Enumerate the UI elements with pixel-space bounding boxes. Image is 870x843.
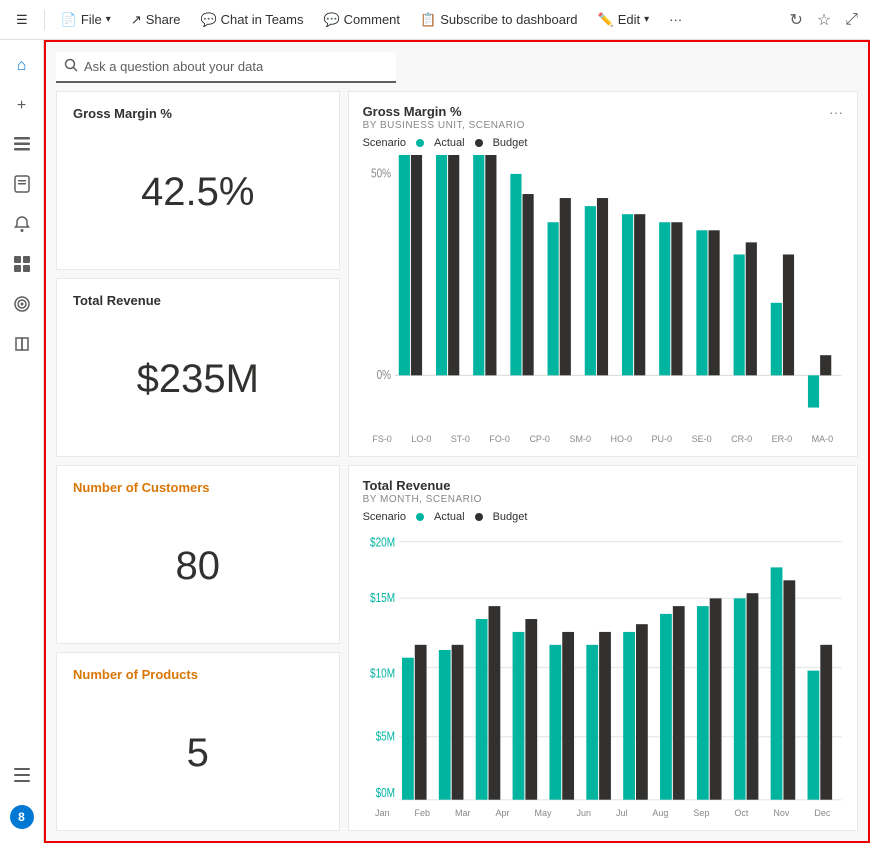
chart1-actual-dot	[416, 139, 424, 147]
refresh-button[interactable]: ↻	[785, 6, 806, 34]
total-revenue-kpi-title: Total Revenue	[73, 293, 323, 308]
chat-teams-button[interactable]: 💬 Chat in Teams	[192, 8, 311, 32]
svg-text:$10M: $10M	[370, 668, 395, 681]
num-customers-kpi-value: 80	[73, 503, 323, 629]
num-products-kpi-card: Number of Products 5	[56, 652, 340, 831]
num-products-kpi-value: 5	[73, 690, 323, 816]
favorite-button[interactable]: ☆	[813, 6, 835, 34]
book-icon	[13, 335, 31, 358]
gross-margin-chart-title: Gross Margin %	[363, 104, 525, 119]
chart1-legend-label: Scenario	[363, 137, 406, 149]
search-placeholder: Ask a question about your data	[84, 59, 263, 74]
sidebar-item-create[interactable]: +	[4, 88, 40, 124]
comment-button[interactable]: 💬 Comment	[315, 8, 408, 32]
toolbar: ☰ 📄 File ▾ ↗ Share 💬 Chat in Teams 💬 Com…	[0, 0, 870, 40]
total-revenue-chart-card: Total Revenue BY MONTH, SCENARIO Scenari…	[348, 465, 858, 831]
num-customers-kpi-title: Number of Customers	[73, 480, 323, 495]
target-icon	[13, 295, 31, 318]
chart1-actual-label: Actual	[434, 137, 465, 149]
subscribe-icon: 📋	[420, 12, 436, 28]
num-customers-kpi-card: Number of Customers 80	[56, 465, 340, 644]
chart1-budget-label: Budget	[493, 137, 528, 149]
separator-1	[44, 10, 45, 30]
sidebar-item-metrics[interactable]	[4, 248, 40, 284]
sidebar-item-browse[interactable]	[4, 128, 40, 164]
chart1-budget-dot	[475, 139, 483, 147]
hamburger-icon: ☰	[16, 12, 28, 28]
more-button[interactable]: ···	[661, 8, 690, 31]
chart2-actual-dot	[416, 513, 424, 521]
share-icon: ↗	[131, 12, 142, 28]
chart1-area: 50% 0%	[363, 155, 843, 432]
teams-icon: 💬	[200, 12, 216, 28]
bell-icon	[13, 215, 31, 238]
gross-margin-chart-subtitle: BY BUSINESS UNIT, SCENARIO	[363, 120, 525, 131]
home-icon: ⌂	[17, 57, 27, 75]
toolbar-right: ↻ ☆ ⤢	[785, 6, 862, 34]
chart2-actual-label: Actual	[434, 511, 465, 523]
gross-margin-kpi-title: Gross Margin %	[73, 106, 323, 121]
sidebar-item-goals[interactable]	[4, 288, 40, 324]
total-revenue-chart-title: Total Revenue	[363, 478, 843, 493]
chart2-budget-label: Budget	[493, 511, 528, 523]
chart2-area: $20M $15M $10M $5M $0M	[363, 529, 843, 806]
chart2-legend-label: Scenario	[363, 511, 406, 523]
bookmark-icon	[13, 175, 31, 198]
dashboard-grid: Gross Margin % 42.5% Gross Margin % BY B…	[56, 91, 858, 831]
sidebar-item-learn[interactable]	[4, 328, 40, 364]
chevron-down-icon-edit: ▾	[644, 14, 649, 25]
edit-icon: ✏️	[598, 12, 614, 28]
search-bar[interactable]: Ask a question about your data	[56, 52, 396, 83]
sidebar-item-notifications[interactable]	[4, 208, 40, 244]
gross-margin-kpi-card: Gross Margin % 42.5%	[56, 91, 340, 270]
total-revenue-kpi-card: Total Revenue $235M	[56, 278, 340, 457]
file-icon: 📄	[61, 12, 77, 28]
edit-button[interactable]: ✏️ Edit ▾	[590, 8, 658, 32]
sidebar-item-more[interactable]	[4, 759, 40, 795]
grid-icon	[13, 255, 31, 278]
chart1-legend: Scenario Actual Budget	[363, 137, 843, 149]
chart2-legend: Scenario Actual Budget	[363, 511, 843, 523]
browse-icon	[13, 135, 31, 158]
subscribe-button[interactable]: 📋 Subscribe to dashboard	[412, 8, 586, 32]
svg-text:$15M: $15M	[370, 592, 395, 605]
svg-text:$0M: $0M	[375, 787, 394, 800]
sidebar-item-bookmarks[interactable]	[4, 168, 40, 204]
svg-text:$20M: $20M	[370, 537, 395, 550]
comment-icon: 💬	[323, 12, 339, 28]
create-icon: +	[17, 97, 26, 115]
svg-text:$5M: $5M	[375, 731, 394, 744]
gross-margin-chart-card: Gross Margin % BY BUSINESS UNIT, SCENARI…	[348, 91, 858, 457]
expand-button[interactable]: ⤢	[841, 7, 862, 33]
sidebar-item-badge[interactable]: 8	[4, 799, 40, 835]
main-layout: ⌂ +	[0, 40, 870, 843]
chart2-x-labels: JanFebMarAprMayJunJulAugSepOctNovDec	[363, 808, 843, 818]
more-vert-icon	[13, 766, 31, 789]
file-button[interactable]: 📄 File ▾	[53, 8, 119, 32]
chart1-more-button[interactable]: ···	[829, 104, 843, 120]
total-revenue-chart-subtitle: BY MONTH, SCENARIO	[363, 494, 843, 505]
sidebar-item-home[interactable]: ⌂	[4, 48, 40, 84]
svg-text:0%: 0%	[376, 369, 390, 382]
content-area: Ask a question about your data Gross Mar…	[44, 40, 870, 843]
total-revenue-kpi-value: $235M	[73, 316, 323, 442]
share-button[interactable]: ↗ Share	[123, 8, 189, 32]
sidebar: ⌂ +	[0, 40, 44, 843]
user-avatar: 8	[10, 805, 34, 829]
chart2-budget-dot	[475, 513, 483, 521]
svg-text:50%: 50%	[371, 168, 391, 181]
num-products-kpi-title: Number of Products	[73, 667, 323, 682]
gross-margin-kpi-value: 42.5%	[73, 129, 323, 255]
chart1-x-labels: FS-0LO-0ST-0FO-0CP-0SM-0HO-0PU-0SE-0CR-0…	[363, 434, 843, 444]
search-icon	[64, 58, 78, 75]
chevron-down-icon: ▾	[106, 14, 111, 25]
hamburger-button[interactable]: ☰	[8, 8, 36, 32]
